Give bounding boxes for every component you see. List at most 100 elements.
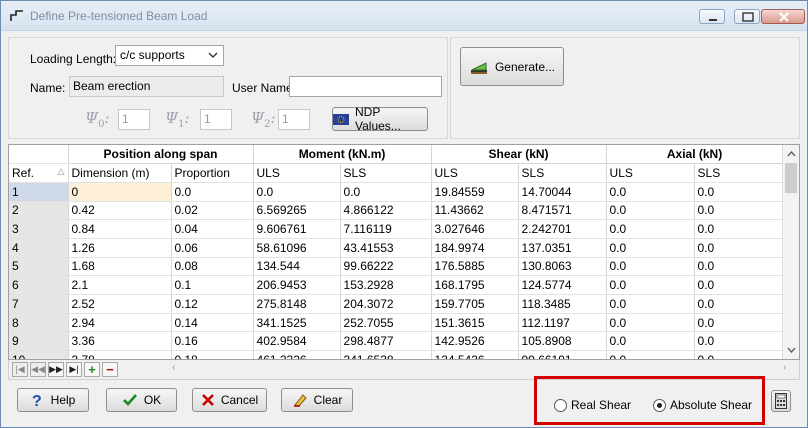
cell-ref[interactable]: 9: [9, 331, 69, 352]
psi2-input[interactable]: 1: [278, 109, 310, 130]
cell-shear-sls[interactable]: 130.8063: [518, 257, 607, 277]
cell-moment-uls[interactable]: 134.544: [253, 257, 341, 277]
cell-shear-sls[interactable]: 118.3485: [518, 294, 607, 314]
scroll-up-icon[interactable]: [783, 146, 800, 162]
cell-moment-uls[interactable]: 275.8148: [253, 294, 341, 314]
real-shear-radio[interactable]: Real Shear: [554, 398, 631, 412]
last-record-icon[interactable]: ▶|: [66, 362, 82, 377]
clear-button[interactable]: Clear: [281, 388, 353, 412]
vertical-scrollbar[interactable]: [782, 145, 799, 359]
header-shear-sls[interactable]: SLS: [518, 163, 607, 183]
header-moment-uls[interactable]: ULS: [253, 163, 341, 183]
ok-button[interactable]: OK: [106, 388, 177, 412]
cell-proportion[interactable]: 0.1: [171, 275, 254, 295]
cell-ref[interactable]: 10: [9, 350, 69, 359]
cell-proportion[interactable]: 0.16: [171, 331, 254, 352]
absolute-shear-radio[interactable]: Absolute Shear: [653, 398, 752, 412]
cell-dimension[interactable]: 2.94: [68, 313, 172, 333]
cell-moment-uls[interactable]: 0.0: [253, 182, 341, 202]
cell-dimension[interactable]: 0: [68, 182, 172, 202]
cell-moment-sls[interactable]: 43.41553: [340, 238, 432, 258]
cell-shear-sls[interactable]: 2.242701: [518, 219, 607, 239]
header-position[interactable]: Position along span: [68, 145, 254, 165]
psi1-input[interactable]: 1: [200, 109, 232, 130]
cell-axial-uls[interactable]: 0.0: [606, 294, 695, 314]
header-moment[interactable]: Moment (kN.m): [253, 145, 432, 165]
cell-moment-uls[interactable]: 206.9453: [253, 275, 341, 295]
scroll-left-icon[interactable]: ‹: [172, 362, 175, 373]
cell-axial-uls[interactable]: 0.0: [606, 350, 695, 359]
cell-axial-uls[interactable]: 0.0: [606, 182, 695, 202]
user-name-input[interactable]: [289, 76, 442, 97]
cell-dimension[interactable]: 0.84: [68, 219, 172, 239]
maximize-button[interactable]: [734, 9, 760, 24]
header-dimension[interactable]: Dimension (m): [68, 163, 172, 183]
calculator-button[interactable]: [771, 390, 791, 412]
cell-shear-sls[interactable]: 112.1197: [518, 313, 607, 333]
cell-axial-sls[interactable]: 0.0: [694, 219, 784, 239]
cell-moment-uls[interactable]: 9.606761: [253, 219, 341, 239]
cell-shear-uls[interactable]: 168.1795: [431, 275, 519, 295]
cell-shear-sls[interactable]: 105.8908: [518, 331, 607, 352]
cell-moment-uls[interactable]: 6.569265: [253, 201, 341, 221]
cell-dimension[interactable]: 1.26: [68, 238, 172, 258]
cell-shear-uls[interactable]: 184.9974: [431, 238, 519, 258]
cell-moment-sls[interactable]: 7.116119: [340, 219, 432, 239]
cell-dimension[interactable]: 3.36: [68, 331, 172, 352]
cell-proportion[interactable]: 0.18: [171, 350, 254, 359]
cell-ref[interactable]: 1: [9, 182, 69, 202]
table-row[interactable]: 4 1.26 0.06 58.61096 43.41553 184.9974 137.035…: [9, 238, 784, 258]
cell-axial-uls[interactable]: 0.0: [606, 201, 695, 221]
cell-proportion[interactable]: 0.02: [171, 201, 254, 221]
cell-shear-uls[interactable]: 11.43662: [431, 201, 519, 221]
loading-length-select[interactable]: c/c supports: [115, 45, 224, 66]
cell-ref[interactable]: 3: [9, 219, 69, 239]
cell-axial-uls[interactable]: 0.0: [606, 238, 695, 258]
cell-ref[interactable]: 4: [9, 238, 69, 258]
cell-axial-sls[interactable]: 0.0: [694, 182, 784, 202]
cell-proportion[interactable]: 0.12: [171, 294, 254, 314]
table-row[interactable]: 10 3.78 0.18 461.2326 341.6538 134.5436 99.661…: [9, 350, 784, 359]
cell-axial-sls[interactable]: 0.0: [694, 331, 784, 352]
cell-shear-uls[interactable]: 159.7705: [431, 294, 519, 314]
cell-proportion[interactable]: 0.06: [171, 238, 254, 258]
psi0-input[interactable]: 1: [118, 109, 150, 130]
cell-axial-uls[interactable]: 0.0: [606, 257, 695, 277]
header-shear-uls[interactable]: ULS: [431, 163, 519, 183]
cell-moment-sls[interactable]: 99.66222: [340, 257, 432, 277]
cell-moment-uls[interactable]: 461.2326: [253, 350, 341, 359]
cell-axial-sls[interactable]: 0.0: [694, 257, 784, 277]
cell-shear-uls[interactable]: 151.3615: [431, 313, 519, 333]
add-row-icon[interactable]: +: [84, 362, 100, 377]
header-shear[interactable]: Shear (kN): [431, 145, 607, 165]
scrollbar-thumb[interactable]: [785, 163, 797, 193]
header-proportion[interactable]: Proportion: [171, 163, 254, 183]
cell-axial-uls[interactable]: 0.0: [606, 219, 695, 239]
prior-record-icon[interactable]: ◀◀: [30, 362, 46, 377]
cell-shear-sls[interactable]: 99.66191: [518, 350, 607, 359]
cell-proportion[interactable]: 0.14: [171, 313, 254, 333]
help-button[interactable]: ? Help: [17, 388, 89, 412]
cell-shear-uls[interactable]: 134.5436: [431, 350, 519, 359]
table-row[interactable]: 7 2.52 0.12 275.8148 204.3072 159.7705 118.348…: [9, 294, 784, 314]
cell-moment-sls[interactable]: 298.4877: [340, 331, 432, 352]
cell-moment-sls[interactable]: 0.0: [340, 182, 432, 202]
cell-moment-sls[interactable]: 153.2928: [340, 275, 432, 295]
cell-moment-uls[interactable]: 341.1525: [253, 313, 341, 333]
cell-ref[interactable]: 7: [9, 294, 69, 314]
cell-ref[interactable]: 2: [9, 201, 69, 221]
cell-dimension[interactable]: 0.42: [68, 201, 172, 221]
cell-moment-sls[interactable]: 341.6538: [340, 350, 432, 359]
cell-axial-sls[interactable]: 0.0: [694, 238, 784, 258]
delete-row-icon[interactable]: −: [102, 362, 118, 377]
first-record-icon[interactable]: |◀: [12, 362, 28, 377]
cell-shear-sls[interactable]: 124.5774: [518, 275, 607, 295]
cell-proportion[interactable]: 0.08: [171, 257, 254, 277]
cell-moment-uls[interactable]: 402.9584: [253, 331, 341, 352]
cell-axial-sls[interactable]: 0.0: [694, 294, 784, 314]
table-row[interactable]: 5 1.68 0.08 134.544 99.66222 176.5885 130.8063…: [9, 257, 784, 277]
cell-moment-sls[interactable]: 252.7055: [340, 313, 432, 333]
cell-dimension[interactable]: 2.1: [68, 275, 172, 295]
table-row[interactable]: 1 0 0.0 0.0 0.0 19.84559 14.70044 0.0 0.0: [9, 182, 784, 202]
header-axial-uls[interactable]: ULS: [606, 163, 695, 183]
